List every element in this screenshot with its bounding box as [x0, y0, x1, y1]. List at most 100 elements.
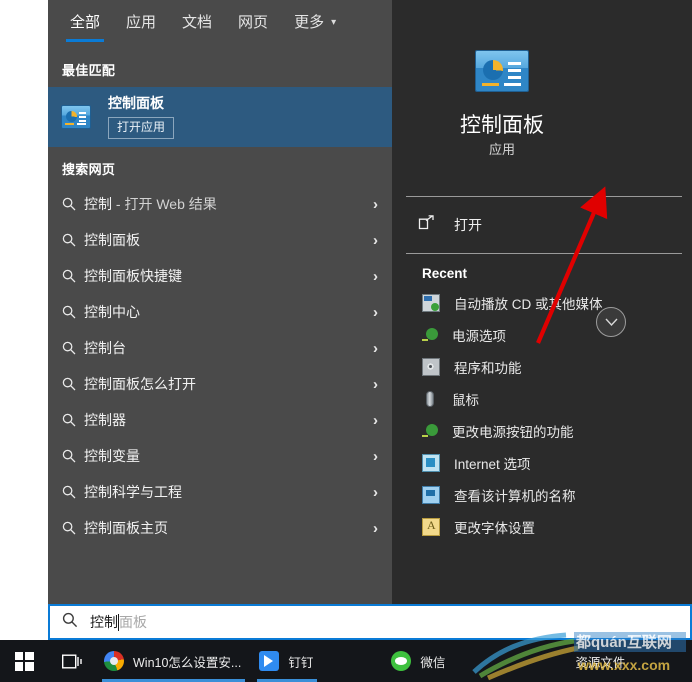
list-item-label: 控制 - 打开 Web 结果 [84, 196, 217, 212]
list-item[interactable]: 控制面板 › [48, 222, 392, 258]
expand-actions-button[interactable] [596, 307, 626, 337]
chevron-right-icon: › [373, 303, 378, 321]
control-panel-icon [476, 50, 528, 91]
list-item[interactable]: 自动播放 CD 或其他媒体 [392, 287, 692, 319]
autoplay-media-icon [422, 294, 440, 312]
list-item-label: 控制面板怎么打开 [84, 376, 196, 392]
list-item-label: 控制中心 [84, 304, 140, 320]
list-item[interactable]: 控制器 › [48, 402, 392, 438]
list-item[interactable]: 程序和功能 [392, 351, 692, 383]
list-item[interactable]: 鼠标 [392, 383, 692, 415]
chevron-right-icon: › [373, 231, 378, 249]
best-match-title: 控制面板 [108, 95, 164, 111]
taskbar-item-label: 钉钉 [288, 655, 314, 670]
list-item[interactable]: 控制中心 › [48, 294, 392, 330]
open-app-button[interactable]: 打开应用 [108, 117, 175, 139]
best-match-row[interactable]: 控制面板 打开应用 [48, 87, 392, 147]
programs-features-icon [422, 358, 440, 376]
list-item-label: 鼠标 [452, 393, 479, 408]
search-input[interactable]: 控制 面板 [48, 604, 692, 640]
tab-apps-label: 应用 [126, 14, 157, 31]
taskbar-item-chrome[interactable]: Win10怎么设置安... [96, 640, 251, 682]
chevron-right-icon: › [373, 267, 378, 285]
search-icon [62, 269, 84, 283]
search-autocomplete-suggestion: 面板 [119, 614, 147, 630]
search-icon [62, 305, 84, 319]
taskbar-item-label: Win10怎么设置安... [133, 655, 242, 670]
tab-more[interactable]: 更多 ▾ [294, 14, 336, 42]
list-item[interactable]: 控制面板主页 › [48, 510, 392, 546]
web-suggestion-list: 控制 - 打开 Web 结果 › 控制面板 › 控制面板快捷键 › 控制中心 ›… [48, 186, 392, 546]
external-link-icon [418, 215, 440, 235]
chevron-right-icon: › [373, 447, 378, 465]
list-item-label: 查看该计算机的名称 [454, 489, 576, 504]
task-view-button[interactable] [48, 640, 96, 682]
taskbar-item-dingtalk[interactable]: 钉钉 [251, 640, 323, 682]
list-item[interactable]: 控制面板快捷键 › [48, 258, 392, 294]
chevron-right-icon: › [373, 483, 378, 501]
list-item-label: 更改字体设置 [454, 521, 535, 536]
list-item-label: 程序和功能 [454, 361, 522, 376]
search-icon [62, 413, 84, 427]
search-icon [62, 449, 84, 463]
open-action-row[interactable]: 打开 [392, 197, 692, 253]
list-item[interactable]: 控制 - 打开 Web 结果 › [48, 186, 392, 222]
task-view-icon [61, 654, 82, 669]
best-match-heading: 最佳匹配 [62, 63, 116, 78]
power-button-icon [422, 423, 438, 439]
tab-documents-label: 文档 [182, 14, 213, 31]
search-input-text: 控制 面板 [90, 613, 147, 631]
list-item-label: 控制科学与工程 [84, 484, 182, 500]
list-item[interactable]: 查看该计算机的名称 [392, 479, 692, 511]
dingtalk-icon [259, 651, 280, 671]
list-item[interactable]: 电源选项 [392, 319, 692, 351]
app-preview-column: 控制面板 应用 打开 Recent 自动播放 CD 或其他媒体 电源选项 程序和… [392, 0, 692, 604]
search-icon [62, 485, 84, 499]
filter-tabs: 全部 应用 文档 网页 更多 ▾ [48, 0, 392, 50]
font-settings-icon [422, 518, 440, 536]
screen: 全部 应用 文档 网页 更多 ▾ 最佳匹配 控制面板 打开应用 搜索网页 控制 … [0, 0, 692, 682]
best-match-text: 控制面板 打开应用 [108, 95, 175, 139]
list-item-label: Internet 选项 [454, 457, 531, 472]
app-type: 应用 [488, 141, 515, 157]
internet-options-icon [422, 454, 440, 472]
list-item-label: 自动播放 CD 或其他媒体 [454, 297, 603, 312]
search-icon [62, 233, 84, 247]
tab-apps[interactable]: 应用 [126, 14, 156, 42]
recent-heading: Recent [422, 266, 468, 281]
list-item[interactable]: 控制台 › [48, 330, 392, 366]
search-icon [62, 377, 84, 391]
taskbar: Win10怎么设置安... 钉钉 微信 资源文件 [0, 640, 692, 682]
start-button[interactable] [0, 640, 48, 682]
chevron-right-icon: › [373, 339, 378, 357]
windows-logo-icon [14, 651, 34, 671]
list-item-label: 控制面板主页 [84, 520, 168, 536]
list-item-label: 电源选项 [452, 329, 506, 344]
search-icon [62, 197, 84, 211]
list-item[interactable]: 控制面板怎么打开 › [48, 366, 392, 402]
windows-search-flyout: 全部 应用 文档 网页 更多 ▾ 最佳匹配 控制面板 打开应用 搜索网页 控制 … [48, 0, 692, 604]
chevron-down-icon [604, 318, 618, 326]
taskbar-item-files[interactable]: 资源文件 [565, 640, 635, 682]
list-item[interactable]: Internet 选项 [392, 447, 692, 479]
chevron-right-icon: › [373, 411, 378, 429]
mouse-icon [422, 391, 438, 407]
list-item[interactable]: 控制科学与工程 › [48, 474, 392, 510]
tab-web-label: 网页 [238, 14, 269, 31]
computer-name-icon [422, 486, 440, 504]
taskbar-item-wechat[interactable]: 微信 [383, 640, 455, 682]
app-hero: 控制面板 应用 [392, 12, 692, 196]
web-search-heading: 搜索网页 [62, 162, 116, 177]
list-item[interactable]: 更改电源按钮的功能 [392, 415, 692, 447]
app-preview-panel: 控制面板 应用 打开 Recent 自动播放 CD 或其他媒体 电源选项 程序和… [392, 12, 692, 604]
list-item-label: 控制器 [84, 412, 126, 428]
tab-documents[interactable]: 文档 [182, 14, 212, 42]
recent-list: 自动播放 CD 或其他媒体 电源选项 程序和功能 鼠标 更改电源按钮的功能 In… [392, 287, 692, 543]
wechat-icon [391, 651, 412, 671]
list-item[interactable]: 控制变量 › [48, 438, 392, 474]
list-item[interactable]: 更改字体设置 [392, 511, 692, 543]
tab-all[interactable]: 全部 [65, 14, 105, 42]
chevron-down-icon: ▾ [331, 17, 337, 28]
tab-web[interactable]: 网页 [238, 14, 268, 42]
search-icon [62, 521, 84, 535]
